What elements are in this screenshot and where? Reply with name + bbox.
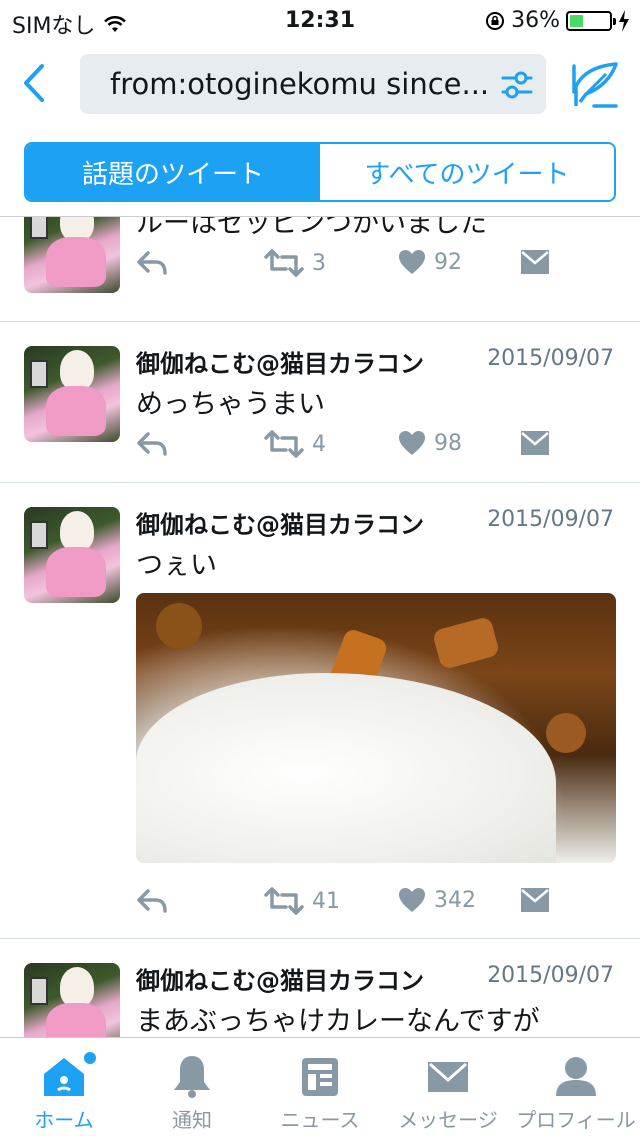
direct-message-button[interactable]	[520, 887, 550, 913]
tab-top-tweets[interactable]: 話題のツイート	[26, 144, 320, 200]
tab-notifications[interactable]: 通知	[128, 1038, 256, 1136]
tweet-text: めっちゃうまい	[136, 389, 325, 420]
like-button[interactable]: 98	[398, 430, 462, 456]
retweet-count: 41	[312, 888, 340, 914]
tweet-text: まあぶっちゃけカレーなんですが	[136, 1006, 540, 1037]
like-count: 98	[434, 430, 462, 456]
tweet-actions: 41 342	[136, 887, 556, 921]
battery-icon	[566, 10, 616, 31]
orientation-lock-icon	[486, 11, 505, 30]
envelope-icon	[428, 1062, 468, 1092]
retweet-button[interactable]: 3	[264, 249, 326, 277]
tweet[interactable]: 御伽ねこむ@猫目カラコン 2015/09/07 まあぶっちゃけカレーなんですが	[0, 939, 640, 1037]
envelope-icon	[521, 250, 549, 274]
tab-messages-label: メッセージ	[398, 1108, 498, 1132]
tweet-photo[interactable]	[136, 593, 616, 863]
author-name[interactable]: 御伽ねこむ@猫目カラコン	[136, 344, 424, 379]
tab-all-tweets[interactable]: すべてのツイート	[320, 144, 614, 200]
tweet[interactable]: 御伽ねこむ@猫目カラコン 2015/09/07 めっちゃうまい 4 98	[0, 322, 640, 483]
tweet-date: 2015/09/07	[487, 346, 614, 371]
reply-button[interactable]	[136, 430, 168, 458]
tweet-filter-segment: 話題のツイート すべてのツイート	[24, 142, 616, 202]
direct-message-button[interactable]	[520, 430, 550, 456]
tab-news-label: ニュース	[280, 1108, 360, 1132]
envelope-icon	[521, 431, 549, 455]
new-tweets-dot	[84, 1052, 96, 1064]
reply-button[interactable]	[136, 887, 168, 915]
status-bar: SIMなし 12:31 36%	[0, 0, 640, 40]
filter-settings-icon[interactable]	[500, 68, 534, 102]
reply-button[interactable]	[136, 249, 168, 277]
retweet-icon	[264, 887, 304, 915]
tab-home-label: ホーム	[34, 1108, 94, 1132]
retweet-count: 4	[312, 431, 326, 457]
search-input[interactable]: from:otoginekomu since...	[80, 54, 546, 114]
tab-home[interactable]: ホーム	[0, 1038, 128, 1136]
avatar[interactable]	[24, 217, 120, 293]
avatar[interactable]	[24, 346, 120, 442]
retweet-count: 3	[312, 250, 326, 276]
tab-messages[interactable]: メッセージ	[384, 1038, 512, 1136]
person-icon	[556, 1057, 596, 1096]
tweet-actions: 3 92	[136, 249, 556, 283]
like-count: 92	[434, 249, 462, 275]
search-nav-bar: from:otoginekomu since...	[0, 40, 640, 128]
envelope-icon	[521, 888, 549, 912]
like-count: 342	[434, 887, 476, 913]
compose-tweet-icon[interactable]	[572, 62, 620, 108]
bottom-tab-bar: ホーム 通知 ニュース メッセージ プロフィール	[0, 1037, 640, 1136]
retweet-icon	[264, 430, 304, 458]
back-icon[interactable]	[14, 60, 54, 106]
search-query-text: from:otoginekomu since...	[110, 67, 490, 101]
tab-profile[interactable]: プロフィール	[512, 1038, 640, 1136]
avatar[interactable]	[24, 507, 120, 603]
retweet-button[interactable]: 4	[264, 430, 326, 458]
author-name[interactable]: 御伽ねこむ@猫目カラコン	[136, 505, 424, 540]
like-button[interactable]: 342	[398, 887, 476, 913]
tweet[interactable]: 御伽ねこむ@猫目カラコン 2015/09/07 つぇい 41 342	[0, 483, 640, 939]
tweet-date: 2015/09/07	[487, 507, 614, 532]
tab-profile-label: プロフィール	[516, 1108, 636, 1132]
direct-message-button[interactable]	[520, 249, 550, 275]
like-button[interactable]: 92	[398, 249, 462, 275]
status-right: 36%	[485, 8, 630, 33]
battery-percent: 36%	[511, 8, 560, 33]
search-results-timeline: ルーはゼッピンつかいました 3 92 御伽ねこむ@猫目カラコン 2015/09/…	[0, 217, 640, 1037]
heart-icon	[399, 888, 425, 912]
tweet-text: つぇい	[136, 550, 217, 581]
tweet-date: 2015/09/07	[487, 963, 614, 988]
heart-icon	[399, 250, 425, 274]
retweet-button[interactable]: 41	[264, 887, 340, 915]
avatar[interactable]	[24, 963, 120, 1037]
reply-icon	[137, 432, 167, 456]
reply-icon	[137, 889, 167, 913]
retweet-icon	[264, 249, 304, 277]
tab-news[interactable]: ニュース	[256, 1038, 384, 1136]
reply-icon	[137, 251, 167, 275]
home-icon	[44, 1058, 84, 1096]
heart-icon	[399, 431, 425, 455]
tweet-actions: 4 98	[136, 430, 556, 464]
tweet-text: ルーはゼッピンつかいました	[136, 217, 487, 239]
author-name[interactable]: 御伽ねこむ@猫目カラコン	[136, 961, 424, 996]
news-icon	[302, 1058, 338, 1096]
tab-notifications-label: 通知	[172, 1108, 212, 1132]
tweet[interactable]: ルーはゼッピンつかいました 3 92	[0, 217, 640, 322]
charging-icon	[619, 9, 629, 32]
bell-icon	[174, 1056, 210, 1098]
